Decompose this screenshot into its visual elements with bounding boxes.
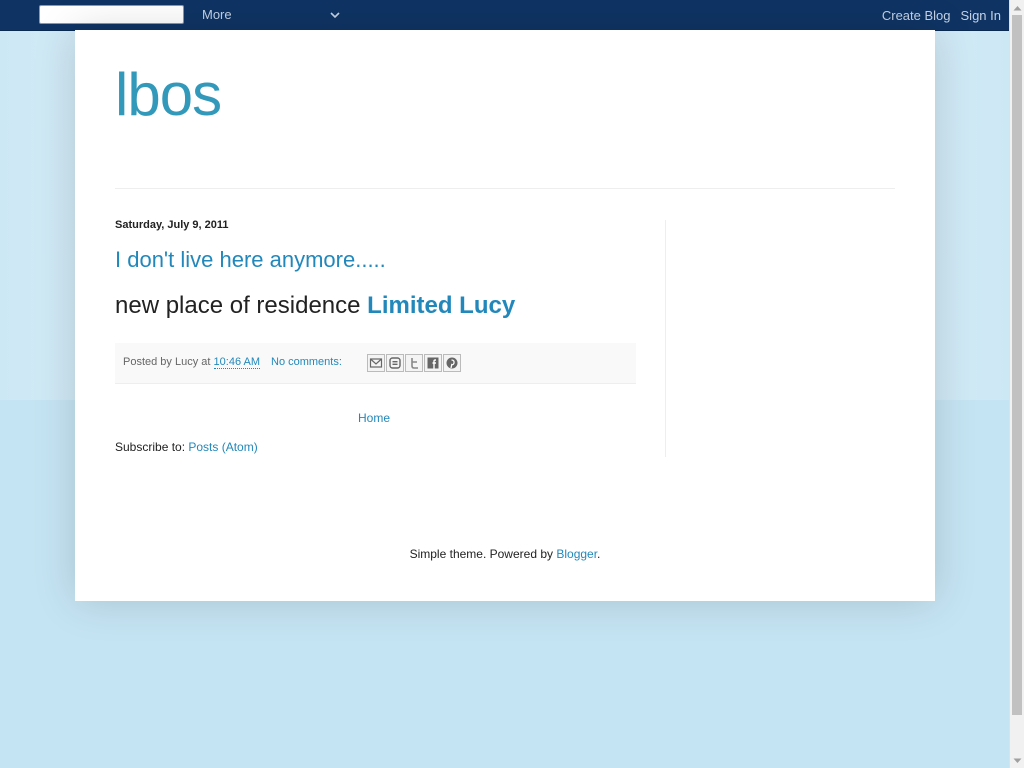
twitter-share-button[interactable] (405, 354, 423, 372)
scrollbar-thumb[interactable] (1012, 15, 1022, 715)
navbar-actions: Create Blog Sign In (882, 0, 1001, 30)
posted-by-prefix: Posted by (123, 356, 175, 368)
email-share-button[interactable] (367, 354, 385, 372)
pinterest-share-button[interactable] (443, 354, 461, 372)
chevron-down-icon (328, 8, 342, 22)
blogthis-icon (389, 357, 401, 369)
comments-link[interactable]: No comments: (271, 356, 342, 368)
posted-at: at (198, 356, 214, 368)
post-byline: Posted by Lucy at 10:46 AM (123, 356, 261, 369)
post-body-text: new place of residence (115, 292, 368, 319)
header-divider (115, 188, 895, 189)
blogger-navbar: More Create Blog Sign In (0, 0, 1009, 31)
subscribe-line: Subscribe to: Posts (Atom) (115, 440, 258, 454)
post-timestamp-link[interactable]: 10:46 AM (213, 356, 261, 369)
share-buttons (367, 354, 462, 372)
facebook-icon (427, 357, 439, 369)
more-label: More (202, 7, 232, 22)
post-footer: Posted by Lucy at 10:46 AM No comments: (115, 343, 636, 384)
create-blog-link[interactable]: Create Blog (882, 8, 951, 23)
blogger-link[interactable]: Blogger (556, 547, 597, 561)
blog-title[interactable]: lbos (115, 60, 222, 130)
post-date: Saturday, July 9, 2011 (115, 219, 229, 231)
vertical-scrollbar[interactable] (1009, 0, 1024, 768)
search-input[interactable] (39, 5, 184, 24)
sidebar-divider (665, 220, 666, 457)
post-body: new place of residence Limited Lucy (115, 292, 515, 320)
blogthis-share-button[interactable] (386, 354, 404, 372)
attribution-text: Simple theme. Powered by (409, 547, 557, 561)
home-link[interactable]: Home (358, 411, 390, 425)
posts-atom-link[interactable]: Posts (Atom) (188, 440, 257, 454)
email-icon (369, 358, 383, 368)
pinterest-icon (446, 357, 458, 369)
attribution: Simple theme. Powered by Blogger. (75, 547, 935, 561)
post-title-link[interactable]: I don't live here anymore..... (115, 247, 386, 273)
sign-in-link[interactable]: Sign In (961, 8, 1001, 23)
subscribe-label: Subscribe to: (115, 440, 189, 454)
more-dropdown[interactable]: More (196, 5, 346, 24)
facebook-share-button[interactable] (424, 354, 442, 372)
content-card: lbos Saturday, July 9, 2011 I don't live… (75, 30, 935, 601)
post-author: Lucy (174, 356, 199, 368)
twitter-icon (411, 358, 418, 369)
limited-lucy-link[interactable]: Limited Lucy (367, 292, 515, 319)
attribution-end: . (597, 547, 601, 561)
scroll-down-arrow-icon[interactable] (1010, 753, 1024, 768)
scroll-up-arrow-icon[interactable] (1010, 0, 1024, 15)
